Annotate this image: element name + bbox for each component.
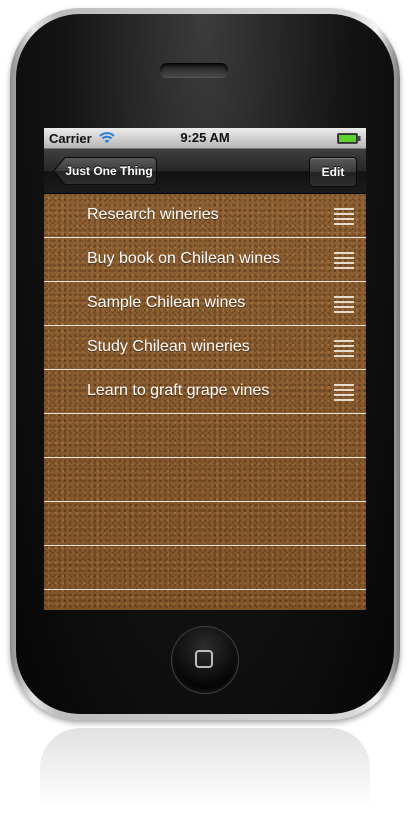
navigation-bar: Just One Thing Edit	[44, 149, 366, 194]
screen: Carrier 9:25 AM Just One Thing Edit Rese…	[44, 128, 366, 610]
home-button[interactable]	[172, 627, 238, 693]
back-button[interactable]: Just One Thing	[53, 157, 157, 185]
home-square-icon	[195, 650, 213, 668]
empty-row	[44, 546, 366, 590]
battery-icon	[337, 132, 361, 144]
list-item[interactable]: Sample Chilean wines	[44, 282, 366, 326]
list-item-label: Sample Chilean wines	[87, 294, 246, 311]
phone-reflection	[40, 728, 370, 808]
earpiece-speaker	[160, 63, 228, 77]
list-item[interactable]: Learn to graft grape vines	[44, 370, 366, 414]
status-time: 9:25 AM	[180, 130, 230, 145]
list-item-label: Learn to graft grape vines	[87, 382, 270, 399]
reorder-grip-icon[interactable]	[334, 383, 354, 406]
back-button-label: Just One Thing	[65, 164, 153, 178]
list-item-label: Study Chilean wineries	[87, 338, 250, 355]
reorder-grip-icon[interactable]	[334, 295, 354, 318]
empty-row	[44, 590, 366, 610]
empty-row	[44, 458, 366, 502]
edit-button[interactable]: Edit	[309, 157, 357, 187]
reorder-grip-icon[interactable]	[334, 251, 354, 274]
reorder-grip-icon[interactable]	[334, 339, 354, 362]
empty-row	[44, 502, 366, 546]
list-item-label: Buy book on Chilean wines	[87, 250, 281, 267]
reorder-grip-icon[interactable]	[334, 207, 354, 230]
list-item[interactable]: Research wineries	[44, 194, 366, 238]
status-bar: Carrier 9:25 AM	[44, 128, 366, 149]
empty-row	[44, 414, 366, 458]
list-item[interactable]: Study Chilean wineries	[44, 326, 366, 370]
list-item-label: Research wineries	[87, 206, 219, 223]
task-list: Research wineries Buy book on Chilean wi…	[44, 194, 366, 610]
list-item[interactable]: Buy book on Chilean wines	[44, 238, 366, 282]
